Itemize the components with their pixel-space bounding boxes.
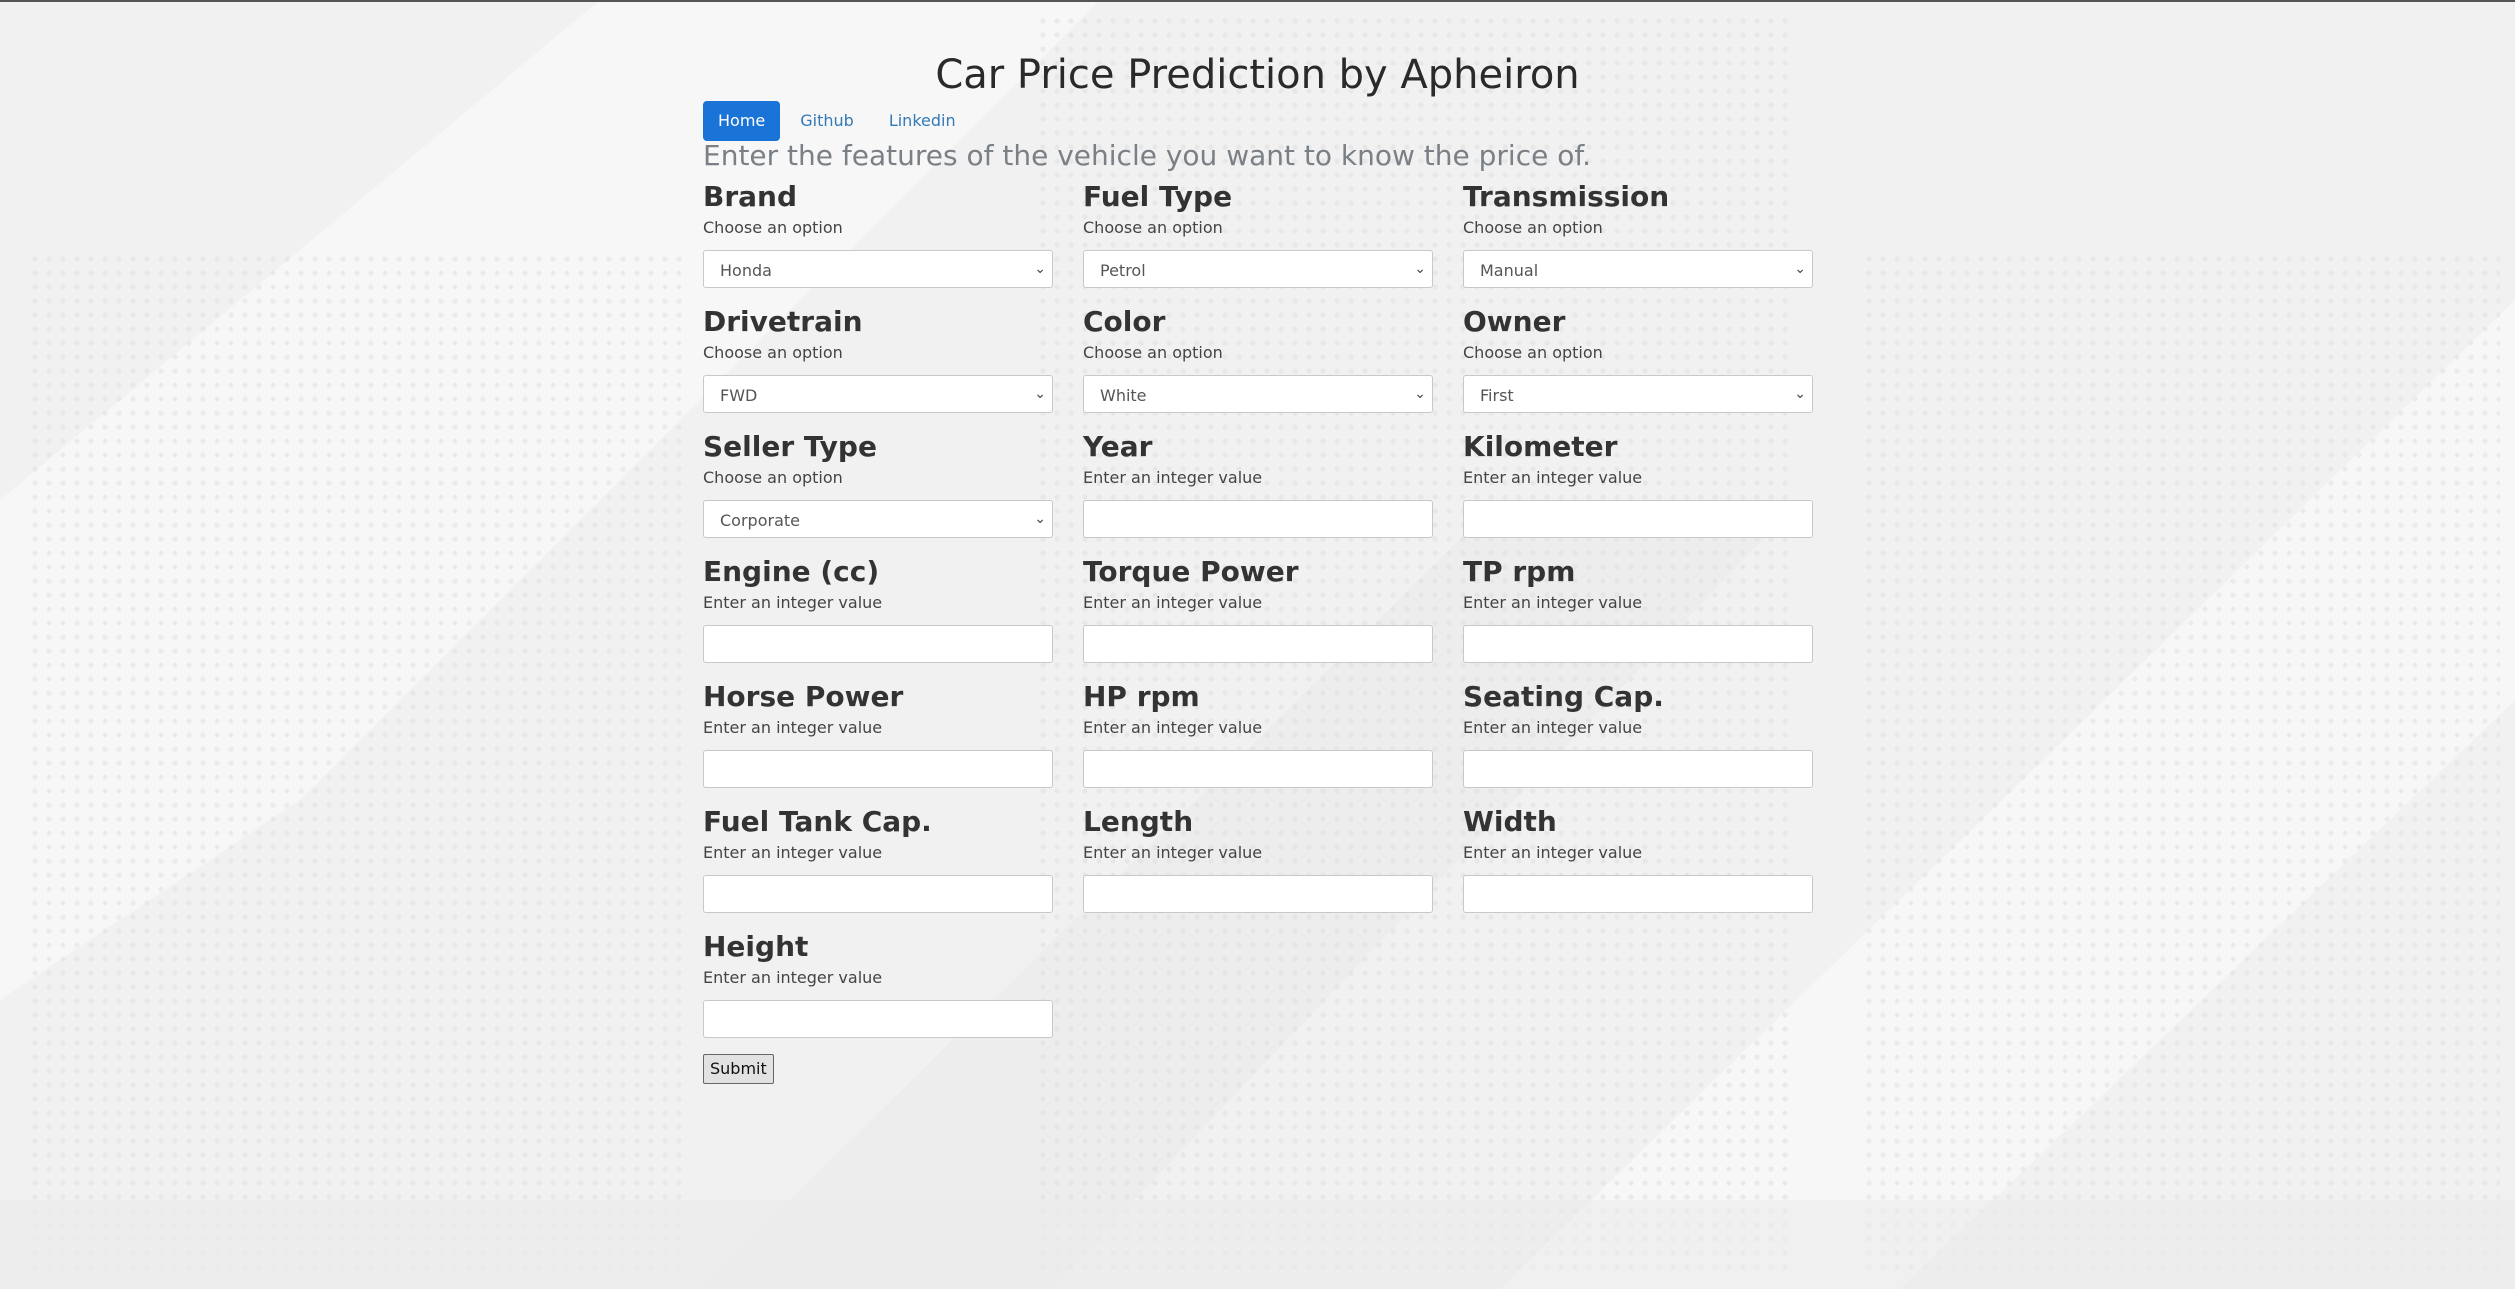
width-field: Width Enter an integer value [1463, 805, 1813, 913]
seller-type-selected-value: Corporate [720, 511, 800, 530]
brand-field: Brand Choose an option Honda ⌄ [703, 180, 1053, 288]
kilometer-field: Kilometer Enter an integer value [1463, 430, 1813, 538]
chevron-down-icon: ⌄ [1794, 261, 1806, 277]
seating-capacity-hint: Enter an integer value [1463, 718, 1643, 737]
engine-cc-field: Engine (cc) Enter an integer value [703, 555, 1053, 663]
drivetrain-hint: Choose an option [703, 343, 843, 362]
brand-label: Brand [703, 180, 798, 213]
height-hint: Enter an integer value [703, 968, 883, 987]
length-label: Length [1083, 805, 1194, 838]
brand-select[interactable]: Honda ⌄ [703, 250, 1053, 288]
seller-type-select[interactable]: Corporate ⌄ [703, 500, 1053, 538]
drivetrain-select[interactable]: FWD ⌄ [703, 375, 1053, 413]
hp-rpm-input[interactable] [1083, 750, 1433, 788]
seating-capacity-label: Seating Cap. [1463, 680, 1664, 713]
kilometer-input[interactable] [1463, 500, 1813, 538]
form-instructions: Enter the features of the vehicle you wa… [703, 139, 1592, 172]
nav-tabs: Home Github Linkedin [703, 101, 976, 141]
year-field: Year Enter an integer value [1083, 430, 1433, 538]
fuel-type-selected-value: Petrol [1100, 261, 1146, 280]
year-label: Year [1083, 430, 1153, 463]
fuel-tank-capacity-label: Fuel Tank Cap. [703, 805, 932, 838]
brand-selected-value: Honda [720, 261, 772, 280]
hp-rpm-field: HP rpm Enter an integer value [1083, 680, 1433, 788]
width-label: Width [1463, 805, 1557, 838]
hp-rpm-label: HP rpm [1083, 680, 1200, 713]
horse-power-hint: Enter an integer value [703, 718, 883, 737]
seller-type-label: Seller Type [703, 430, 877, 463]
length-field: Length Enter an integer value [1083, 805, 1433, 913]
height-input[interactable] [703, 1000, 1053, 1038]
engine-cc-input[interactable] [703, 625, 1053, 663]
engine-cc-label: Engine (cc) [703, 555, 880, 588]
chevron-down-icon: ⌄ [1414, 386, 1426, 402]
transmission-selected-value: Manual [1480, 261, 1539, 280]
tp-rpm-field: TP rpm Enter an integer value [1463, 555, 1813, 663]
tp-rpm-hint: Enter an integer value [1463, 593, 1643, 612]
color-selected-value: White [1100, 386, 1147, 405]
year-input[interactable] [1083, 500, 1433, 538]
kilometer-label: Kilometer [1463, 430, 1618, 463]
fuel-type-select[interactable]: Petrol ⌄ [1083, 250, 1433, 288]
tp-rpm-input[interactable] [1463, 625, 1813, 663]
fuel-type-field: Fuel Type Choose an option Petrol ⌄ [1083, 180, 1433, 288]
owner-select[interactable]: First ⌄ [1463, 375, 1813, 413]
seller-type-field: Seller Type Choose an option Corporate ⌄ [703, 430, 1053, 538]
torque-power-input[interactable] [1083, 625, 1433, 663]
horse-power-label: Horse Power [703, 680, 904, 713]
width-input[interactable] [1463, 875, 1813, 913]
fuel-type-hint: Choose an option [1083, 218, 1223, 237]
owner-label: Owner [1463, 305, 1566, 338]
window-top-border [0, 0, 2515, 2]
chevron-down-icon: ⌄ [1794, 386, 1806, 402]
transmission-hint: Choose an option [1463, 218, 1603, 237]
width-hint: Enter an integer value [1463, 843, 1643, 862]
seating-capacity-input[interactable] [1463, 750, 1813, 788]
fuel-tank-capacity-input[interactable] [703, 875, 1053, 913]
transmission-label: Transmission [1463, 180, 1670, 213]
page-title: Car Price Prediction by Apheiron [935, 51, 1580, 98]
torque-power-label: Torque Power [1083, 555, 1299, 588]
fuel-tank-capacity-hint: Enter an integer value [703, 843, 883, 862]
owner-hint: Choose an option [1463, 343, 1603, 362]
color-hint: Choose an option [1083, 343, 1223, 362]
tp-rpm-label: TP rpm [1463, 555, 1576, 588]
length-hint: Enter an integer value [1083, 843, 1263, 862]
hp-rpm-hint: Enter an integer value [1083, 718, 1263, 737]
length-input[interactable] [1083, 875, 1433, 913]
owner-selected-value: First [1480, 386, 1514, 405]
nav-home-tab[interactable]: Home [703, 101, 781, 141]
engine-cc-hint: Enter an integer value [703, 593, 883, 612]
color-field: Color Choose an option White ⌄ [1083, 305, 1433, 413]
owner-field: Owner Choose an option First ⌄ [1463, 305, 1813, 413]
fuel-type-label: Fuel Type [1083, 180, 1233, 213]
transmission-select[interactable]: Manual ⌄ [1463, 250, 1813, 288]
color-label: Color [1083, 305, 1166, 338]
seating-capacity-field: Seating Cap. Enter an integer value [1463, 680, 1813, 788]
nav-github-link[interactable]: Github [785, 101, 869, 141]
horse-power-field: Horse Power Enter an integer value [703, 680, 1053, 788]
transmission-field: Transmission Choose an option Manual ⌄ [1463, 180, 1813, 288]
drivetrain-field: Drivetrain Choose an option FWD ⌄ [703, 305, 1053, 413]
color-select[interactable]: White ⌄ [1083, 375, 1433, 413]
seller-type-hint: Choose an option [703, 468, 843, 487]
chevron-down-icon: ⌄ [1034, 261, 1046, 277]
year-hint: Enter an integer value [1083, 468, 1263, 487]
height-field: Height Enter an integer value [703, 930, 1053, 1038]
height-label: Height [703, 930, 809, 963]
submit-button[interactable]: Submit [703, 1054, 774, 1084]
nav-linkedin-link[interactable]: Linkedin [874, 101, 971, 141]
fuel-tank-capacity-field: Fuel Tank Cap. Enter an integer value [703, 805, 1053, 913]
chevron-down-icon: ⌄ [1034, 511, 1046, 527]
brand-hint: Choose an option [703, 218, 843, 237]
horse-power-input[interactable] [703, 750, 1053, 788]
torque-power-field: Torque Power Enter an integer value [1083, 555, 1433, 663]
chevron-down-icon: ⌄ [1414, 261, 1426, 277]
drivetrain-label: Drivetrain [703, 305, 863, 338]
chevron-down-icon: ⌄ [1034, 386, 1046, 402]
kilometer-hint: Enter an integer value [1463, 468, 1643, 487]
torque-power-hint: Enter an integer value [1083, 593, 1263, 612]
drivetrain-selected-value: FWD [720, 386, 758, 405]
